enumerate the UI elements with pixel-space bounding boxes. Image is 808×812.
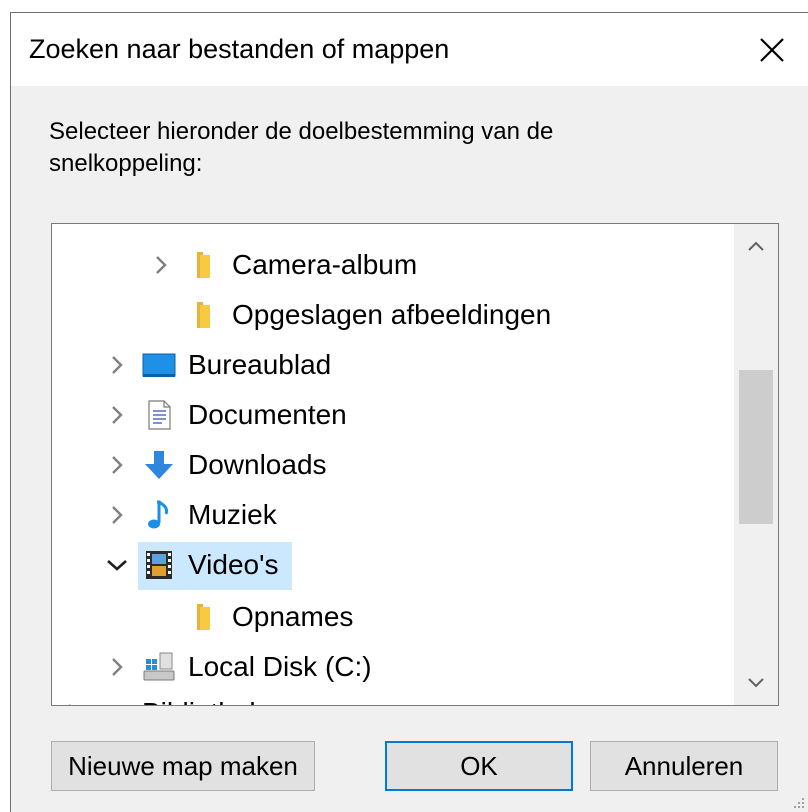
library-folder-icon — [96, 697, 130, 705]
tree-item-label: Camera-album — [232, 249, 418, 280]
drive-icon — [142, 651, 176, 683]
music-note-icon — [142, 499, 176, 531]
scroll-down-button[interactable] — [734, 661, 778, 705]
tree-item[interactable]: Bureaublad — [52, 340, 732, 390]
title-bar: Zoeken naar bestanden of mappen — [11, 13, 808, 86]
chevron-right-icon[interactable] — [104, 502, 130, 528]
tree-item-label: Opgeslagen afbeeldingen — [232, 299, 552, 330]
chevron-right-icon[interactable] — [148, 252, 174, 278]
tree-item-label: Muziek — [188, 499, 277, 530]
close-icon — [760, 37, 784, 62]
tree-item[interactable]: Opnames — [52, 592, 732, 642]
vertical-scrollbar[interactable] — [734, 224, 778, 705]
chevron-right-icon[interactable] — [60, 700, 86, 705]
chevron-right-icon[interactable] — [104, 352, 130, 378]
download-arrow-icon — [142, 449, 176, 481]
tree-item-label: Documenten — [188, 399, 347, 430]
ok-button[interactable]: OK — [385, 741, 573, 791]
tree-item[interactable]: Downloads — [52, 440, 732, 490]
chevron-up-icon — [748, 241, 764, 251]
chevron-down-icon — [748, 678, 764, 688]
cancel-button[interactable]: Annuleren — [590, 741, 778, 791]
tree-item-label: Local Disk (C:) — [188, 651, 372, 682]
film-strip-icon — [142, 549, 176, 581]
tree-item[interactable]: Muziek — [52, 490, 732, 540]
desktop-icon — [142, 349, 176, 381]
browse-folder-dialog: Zoeken naar bestanden of mappen Selectee… — [10, 12, 808, 812]
scroll-up-button[interactable] — [734, 224, 778, 268]
chevron-right-icon[interactable] — [104, 452, 130, 478]
tree-item[interactable]: Documenten — [52, 390, 732, 440]
chevron-down-icon[interactable] — [104, 552, 130, 578]
tree-item[interactable]: Camera-album — [52, 240, 732, 290]
folder-tree[interactable]: Camera-album Opgeslagen afbeeldingen Burea… — [51, 223, 779, 706]
resize-grip-icon[interactable] — [792, 796, 806, 810]
folder-icon — [186, 601, 220, 633]
scrollbar-thumb[interactable] — [739, 370, 773, 524]
tree-item-label: Bureaublad — [188, 349, 332, 380]
close-button[interactable] — [736, 13, 808, 86]
tree-item-label: Video's — [188, 549, 279, 580]
tree-item[interactable]: Local Disk (C:) — [52, 642, 732, 692]
folder-icon — [186, 249, 220, 281]
tree-item[interactable]: Video's — [52, 540, 732, 590]
new-folder-button[interactable]: Nieuwe map maken — [51, 741, 315, 791]
chevron-right-icon[interactable] — [104, 654, 130, 680]
chevron-right-icon[interactable] — [104, 402, 130, 428]
tree-item-label: Opnames — [232, 601, 354, 632]
tree-item-label: Bibliotheken — [142, 697, 295, 705]
documents-icon — [142, 399, 176, 431]
tree-item-label: Downloads — [188, 449, 327, 480]
tree-item[interactable]: Bibliotheken — [52, 688, 732, 705]
folder-icon — [186, 299, 220, 331]
instruction-text: Selecteer hieronder de doelbestemming va… — [49, 118, 554, 177]
dialog-title: Zoeken naar bestanden of mappen — [29, 34, 450, 64]
tree-item[interactable]: Opgeslagen afbeeldingen — [52, 290, 732, 340]
